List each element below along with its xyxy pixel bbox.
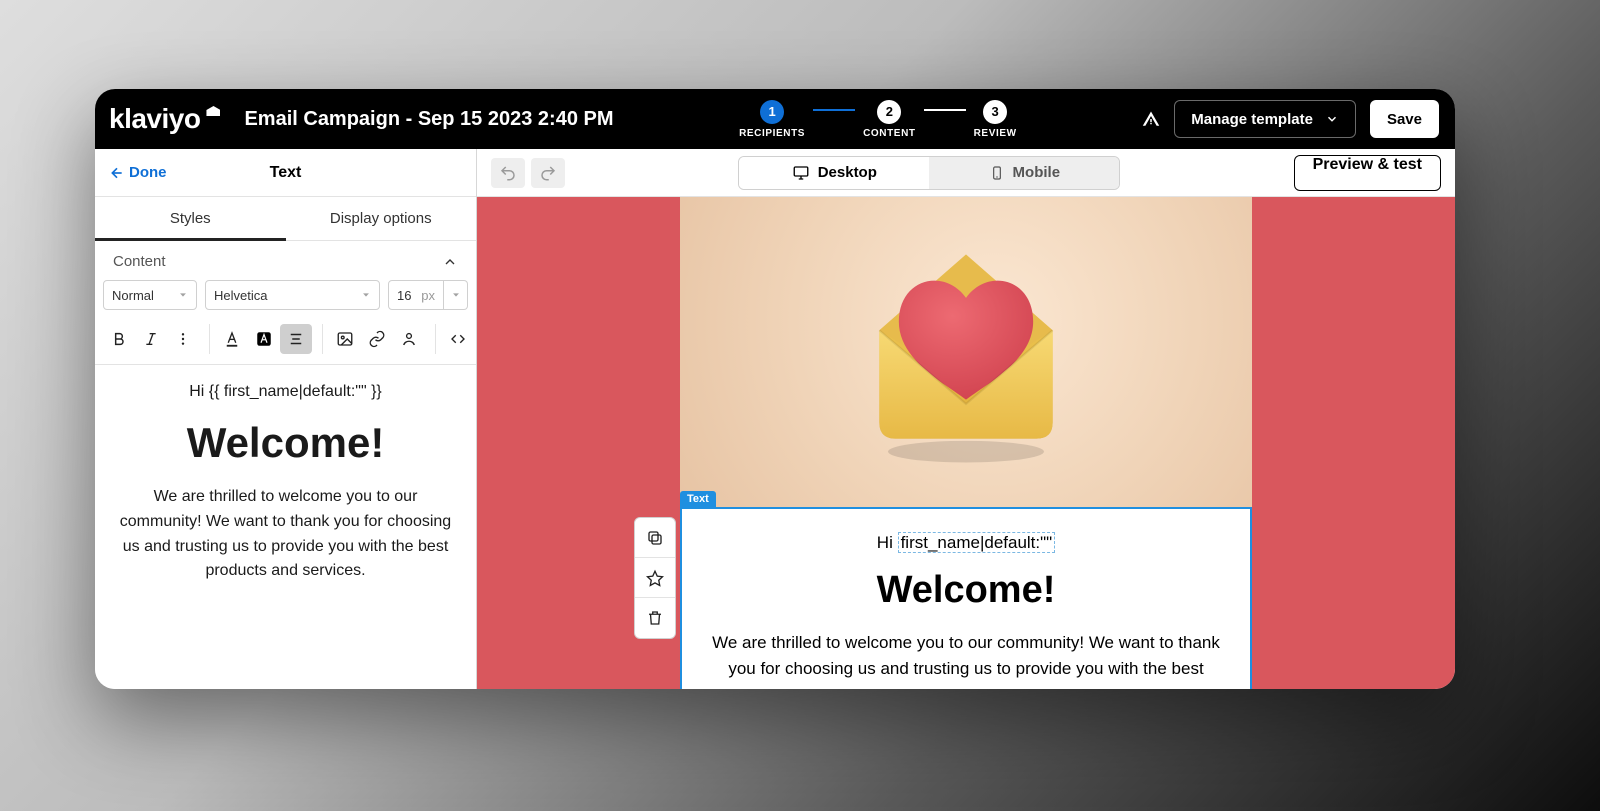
step-label: REVIEW xyxy=(974,128,1017,139)
canvas-heading: Welcome! xyxy=(706,569,1226,612)
align-button[interactable] xyxy=(280,324,312,354)
personalization-button[interactable] xyxy=(393,324,425,354)
step-number: 3 xyxy=(983,100,1007,124)
favorite-button[interactable] xyxy=(635,558,675,598)
canvas-text-block[interactable]: Hi first_name|default:"" Welcome! We are… xyxy=(680,507,1252,689)
size-select: 16 px xyxy=(388,280,468,310)
format-select-value: Normal xyxy=(112,288,154,303)
desktop-icon xyxy=(792,164,810,182)
step-review[interactable]: 3 REVIEW xyxy=(974,100,1017,139)
right-area: Desktop Mobile Preview & test xyxy=(477,149,1455,689)
size-value: 16 xyxy=(397,288,411,303)
topbar-right: Manage template Save xyxy=(1142,100,1439,138)
stepper: 1 RECIPIENTS 2 CONTENT 3 REVIEW xyxy=(739,100,1017,139)
block-tools xyxy=(634,517,676,639)
history-controls xyxy=(491,158,565,188)
step-label: RECIPIENTS xyxy=(739,128,805,139)
editor-text-block[interactable]: Hi {{ first_name|default:"" }} Welcome! … xyxy=(95,365,476,584)
canvas[interactable]: Text Hi first_name|default:"" Welcome! W… xyxy=(477,197,1455,689)
chevron-up-icon xyxy=(442,254,458,270)
warning-icon[interactable] xyxy=(1142,110,1160,128)
undo-button[interactable] xyxy=(491,158,525,188)
chevron-down-icon xyxy=(361,290,371,300)
block-label: Text xyxy=(680,491,716,507)
bold-button[interactable] xyxy=(103,324,135,354)
manage-template-button[interactable]: Manage template xyxy=(1174,100,1356,138)
font-select[interactable]: Helvetica xyxy=(205,280,380,310)
step-content[interactable]: 2 CONTENT xyxy=(863,100,916,139)
chevron-down-icon xyxy=(1325,112,1339,126)
brand-logo[interactable]: klaviyo xyxy=(109,103,220,135)
toolbar-row-selects: Normal Helvetica 16 px xyxy=(95,280,476,318)
save-button[interactable]: Save xyxy=(1370,100,1439,138)
save-label: Save xyxy=(1387,111,1422,128)
editor-body: We are thrilled to welcome you to our co… xyxy=(113,485,458,584)
duplicate-button[interactable] xyxy=(635,518,675,558)
tab-display-options-label: Display options xyxy=(330,210,432,227)
section-content-header[interactable]: Content xyxy=(95,241,476,280)
left-panel: Done Text Styles Display options Content… xyxy=(95,149,477,689)
format-row xyxy=(95,318,476,365)
arrow-left-icon xyxy=(109,165,125,181)
highlight-button[interactable] xyxy=(248,324,280,354)
size-unit: px xyxy=(421,288,435,303)
code-button[interactable] xyxy=(442,324,474,354)
step-number: 1 xyxy=(760,100,784,124)
envelope-heart-icon xyxy=(836,222,1096,482)
preview-test-button[interactable]: Preview & test xyxy=(1294,155,1441,191)
step-connector xyxy=(924,109,966,111)
delete-button[interactable] xyxy=(635,598,675,638)
image-button[interactable] xyxy=(329,324,361,354)
view-mobile-label: Mobile xyxy=(1013,164,1061,181)
tab-styles-label: Styles xyxy=(170,210,211,227)
view-desktop-button[interactable]: Desktop xyxy=(739,157,929,189)
campaign-title: Email Campaign - Sep 15 2023 2:40 PM xyxy=(244,108,613,131)
app-window: klaviyo Email Campaign - Sep 15 2023 2:4… xyxy=(95,89,1455,689)
step-number: 2 xyxy=(877,100,901,124)
font-select-value: Helvetica xyxy=(214,288,267,303)
editor-greeting: Hi {{ first_name|default:"" }} xyxy=(113,383,458,401)
workspace: Done Text Styles Display options Content… xyxy=(95,149,1455,689)
mobile-icon xyxy=(989,165,1005,181)
size-stepper[interactable] xyxy=(444,280,468,310)
done-button[interactable]: Done xyxy=(95,164,167,181)
manage-template-label: Manage template xyxy=(1191,111,1313,128)
text-color-button[interactable] xyxy=(216,324,248,354)
chevron-down-icon xyxy=(178,290,188,300)
left-panel-header: Done Text xyxy=(95,149,476,197)
hero-image[interactable] xyxy=(680,197,1252,507)
email-column: Text Hi first_name|default:"" Welcome! W… xyxy=(680,197,1252,689)
more-format-button[interactable] xyxy=(167,324,199,354)
view-toggle: Desktop Mobile xyxy=(738,156,1120,190)
preview-test-label: Preview & test xyxy=(1313,156,1422,173)
brand-flag-icon xyxy=(206,106,220,116)
step-label: CONTENT xyxy=(863,128,916,139)
link-button[interactable] xyxy=(361,324,393,354)
section-label: Content xyxy=(113,253,166,270)
canvas-greeting-token: first_name|default:"" xyxy=(898,532,1056,553)
step-recipients[interactable]: 1 RECIPIENTS xyxy=(739,100,805,139)
brand-name: klaviyo xyxy=(109,103,200,135)
view-mobile-button[interactable]: Mobile xyxy=(929,157,1119,189)
editor-heading: Welcome! xyxy=(113,419,458,467)
format-select[interactable]: Normal xyxy=(103,280,197,310)
canvas-toolbar: Desktop Mobile Preview & test xyxy=(477,149,1455,197)
canvas-body: We are thrilled to welcome you to our co… xyxy=(706,630,1226,689)
redo-button[interactable] xyxy=(531,158,565,188)
panel-tabs: Styles Display options xyxy=(95,197,476,241)
canvas-greeting-prefix: Hi xyxy=(877,533,898,552)
done-label: Done xyxy=(129,164,167,181)
step-connector xyxy=(813,109,855,111)
canvas-greeting: Hi first_name|default:"" xyxy=(706,533,1226,553)
italic-button[interactable] xyxy=(135,324,167,354)
view-desktop-label: Desktop xyxy=(818,164,877,181)
tab-display-options[interactable]: Display options xyxy=(286,197,477,240)
topbar: klaviyo Email Campaign - Sep 15 2023 2:4… xyxy=(95,89,1455,149)
size-input[interactable]: 16 px xyxy=(388,280,444,310)
chevron-down-icon xyxy=(451,290,461,300)
tab-styles[interactable]: Styles xyxy=(95,197,286,240)
